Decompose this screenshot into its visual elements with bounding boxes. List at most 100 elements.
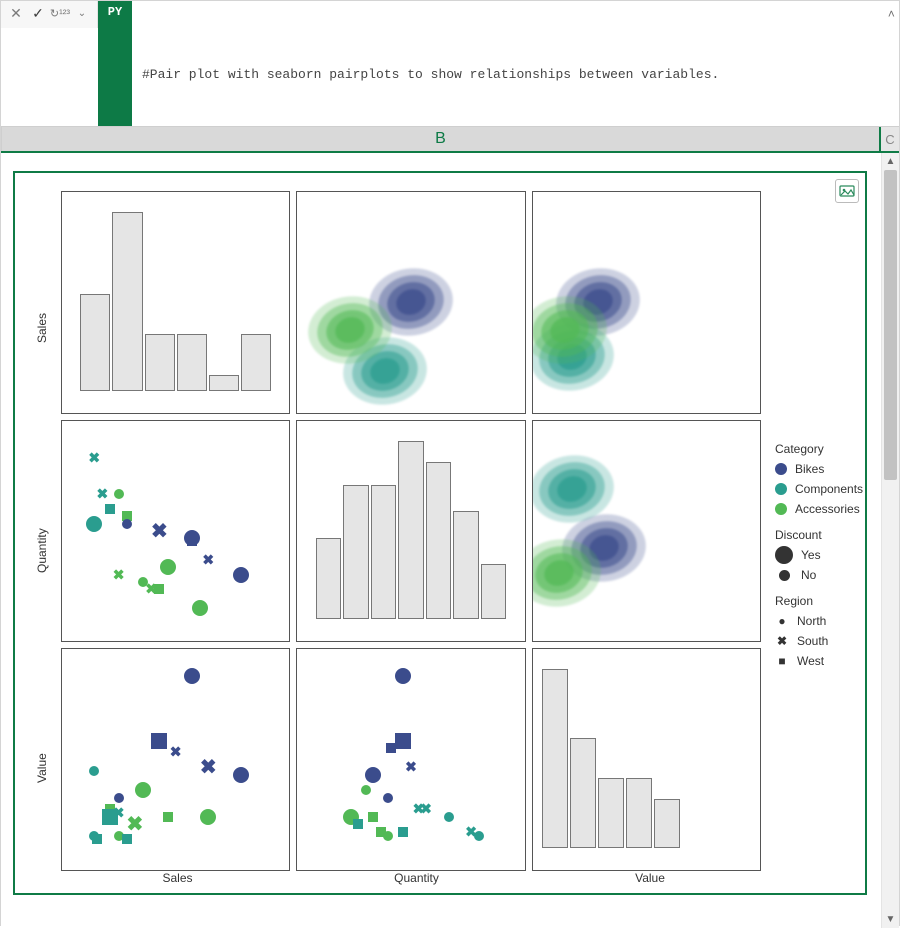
scatter-point-square xyxy=(398,827,408,837)
scatter-point-circle xyxy=(383,831,393,841)
panel-hist-sales: 151050 xyxy=(61,191,290,414)
scatter-point-circle xyxy=(474,831,484,841)
image-card-icon[interactable] xyxy=(835,179,859,203)
column-header-c-partial[interactable]: C xyxy=(881,127,899,151)
scatter-point-circle xyxy=(361,785,371,795)
hist-bars xyxy=(542,671,681,848)
hist-bar xyxy=(316,538,342,619)
scatter-point-square xyxy=(395,733,411,749)
x-axis-label-quantity: Quantity xyxy=(300,871,533,885)
scatter-point-cross: ✖ xyxy=(127,812,144,837)
panel-hist-value: 20406080 xyxy=(532,648,761,871)
scatter-point-circle xyxy=(114,793,124,803)
code-editor[interactable]: ˄ #Pair plot with seaborn pairplots to s… xyxy=(132,1,899,126)
legend-size-icon xyxy=(779,570,790,581)
legend-item-bikes: Bikes xyxy=(775,459,863,479)
scroll-thumb[interactable] xyxy=(884,170,897,480)
scatter-point-cross: ✖ xyxy=(113,566,125,583)
scatter-point-circle xyxy=(200,809,216,825)
legend-discount-title: Discount xyxy=(775,525,863,545)
panel-hist-quantity xyxy=(296,420,525,643)
scatter-point-circle xyxy=(395,668,411,684)
scatter-point-circle xyxy=(233,567,249,583)
scroll-up-icon[interactable]: ▲ xyxy=(882,153,899,170)
scatter-point-circle xyxy=(135,782,151,798)
panel-scatter-value-quantity: 50100150 ✖✖✖✖ xyxy=(296,648,525,871)
panel-scatter-value-sales: 50403020 0510 ✖✖✖✖ xyxy=(61,648,290,871)
scatter-point-cross: ✖ xyxy=(202,552,214,569)
legend-item-discount-no: No xyxy=(775,565,863,585)
cancel-icon[interactable]: ✕ xyxy=(7,4,25,22)
panel-kde-quantity-value xyxy=(532,420,761,643)
refresh-dropdown-icon[interactable]: ⌄ xyxy=(73,4,91,22)
legend-dot-icon xyxy=(775,483,787,495)
scatter-point-square xyxy=(386,743,396,753)
hist-bar xyxy=(398,441,424,620)
hist-bar xyxy=(343,485,369,619)
python-refresh-icon[interactable]: ↻¹²³ xyxy=(51,4,69,22)
confirm-icon[interactable]: ✓ xyxy=(29,4,47,22)
hist-bar xyxy=(145,334,175,390)
legend-item-discount-yes: Yes xyxy=(775,545,863,565)
x-axis-label-value: Value xyxy=(539,871,761,885)
hist-bar xyxy=(241,334,271,390)
scatter-point-circle xyxy=(444,812,454,822)
legend-item-region-north: ●North xyxy=(775,611,863,631)
panel-kde-sales-quantity xyxy=(296,191,525,414)
formula-bar-controls: ✕ ✓ ↻¹²³ ⌄ xyxy=(1,1,98,28)
worksheet-area[interactable]: Sales Quantity Value 151050 15010050 xyxy=(1,153,899,928)
legend-item-region-west: ■West xyxy=(775,651,863,671)
scatter-point-square xyxy=(92,834,102,844)
collapse-icon[interactable]: ˄ xyxy=(888,5,895,25)
scatter-point-square xyxy=(163,812,173,822)
scatter-point-cross: ✖ xyxy=(405,759,417,776)
code-line: g=sns.PairGrid(SalesData,diag_sharey=Tru… xyxy=(142,125,877,126)
scatter-point-square xyxy=(122,834,132,844)
scatter-point-square xyxy=(368,812,378,822)
y-axis-label-quantity: Quantity xyxy=(35,528,49,573)
app-window: ✕ ✓ ↻¹²³ ⌄ PY ˄ #Pair plot with seaborn … xyxy=(0,0,900,926)
y-axis-label-sales: Sales xyxy=(35,313,49,343)
scatter-point-cross: ✖ xyxy=(170,744,182,761)
scatter-point-cross: ✖ xyxy=(151,518,168,543)
hist-bars xyxy=(80,214,271,391)
pairgrid: 151050 15010050 ✖✖✖✖✖✖ xyxy=(61,191,761,871)
legend-size-icon xyxy=(775,546,793,564)
hist-bar xyxy=(542,669,568,848)
scatter-point-circle xyxy=(383,793,393,803)
legend-dot-icon xyxy=(775,463,787,475)
code-line: #Pair plot with seaborn pairplots to sho… xyxy=(142,65,877,85)
legend-region-title: Region xyxy=(775,591,863,611)
hist-bar xyxy=(426,462,452,619)
scatter-point-square xyxy=(105,504,115,514)
hist-bar xyxy=(626,778,652,848)
selected-cell-output[interactable]: Sales Quantity Value 151050 15010050 xyxy=(13,171,867,895)
scatter-point-cross: ✖ xyxy=(200,755,217,780)
column-header-b[interactable]: B xyxy=(1,127,881,151)
scatter-point-circle xyxy=(89,766,99,776)
scatter-point-circle xyxy=(192,600,208,616)
scatter-point-circle xyxy=(160,559,176,575)
scatter-point-square xyxy=(187,536,197,546)
hist-bar xyxy=(481,564,507,619)
panel-kde-sales-value xyxy=(532,191,761,414)
formula-bar: ✕ ✓ ↻¹²³ ⌄ PY ˄ #Pair plot with seaborn … xyxy=(1,1,899,127)
scatter-point-cross: ✖ xyxy=(96,486,108,503)
hist-bar xyxy=(112,212,142,391)
scroll-down-icon[interactable]: ▼ xyxy=(882,911,899,928)
scatter-point-cross: ✖ xyxy=(420,801,432,818)
scatter-point-square xyxy=(151,733,167,749)
legend-item-components: Components xyxy=(775,479,863,499)
hist-bar xyxy=(177,334,207,390)
hist-bar xyxy=(598,778,624,848)
hist-bar xyxy=(654,799,680,847)
scatter-point-square xyxy=(353,819,363,829)
python-badge: PY xyxy=(98,1,132,126)
hist-bar xyxy=(453,511,479,619)
legend-circle-icon: ● xyxy=(775,611,789,631)
vertical-scrollbar[interactable]: ▲ ▼ xyxy=(881,153,899,928)
legend-item-region-south: ✖South xyxy=(775,631,863,651)
scatter-point-square xyxy=(102,809,118,825)
scatter-point-cross: ✖ xyxy=(88,450,100,467)
yticks-value: 50403020 xyxy=(61,649,64,870)
